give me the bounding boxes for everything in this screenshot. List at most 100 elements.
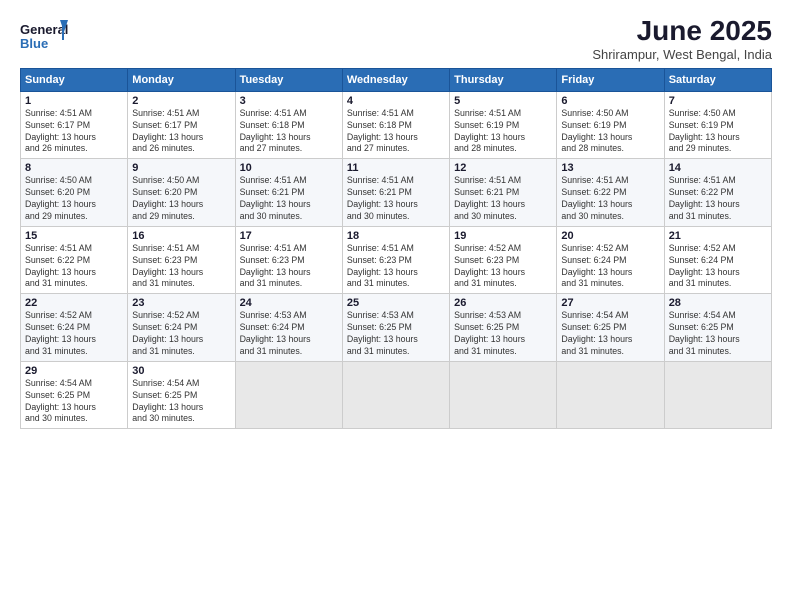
daylight-label: Daylight: 13 hours bbox=[454, 334, 525, 344]
calendar-subtitle: Shrirampur, West Bengal, India bbox=[592, 47, 772, 62]
sunrise-label: Sunrise: 4:53 AM bbox=[454, 310, 521, 320]
daylight-minutes: and 27 minutes. bbox=[240, 143, 303, 153]
daylight-label: Daylight: 13 hours bbox=[561, 199, 632, 209]
logo-icon: General Blue bbox=[20, 16, 68, 56]
day-info: Sunrise: 4:51 AM Sunset: 6:21 PM Dayligh… bbox=[454, 175, 552, 223]
day-info: Sunrise: 4:54 AM Sunset: 6:25 PM Dayligh… bbox=[132, 378, 230, 426]
daylight-label: Daylight: 13 hours bbox=[240, 267, 311, 277]
day-info: Sunrise: 4:53 AM Sunset: 6:25 PM Dayligh… bbox=[454, 310, 552, 358]
daylight-minutes: and 31 minutes. bbox=[132, 278, 195, 288]
calendar-cell: 6 Sunrise: 4:50 AM Sunset: 6:19 PM Dayli… bbox=[557, 91, 664, 159]
sunrise-label: Sunrise: 4:51 AM bbox=[347, 243, 414, 253]
sunset-label: Sunset: 6:18 PM bbox=[240, 120, 305, 130]
calendar-cell: 30 Sunrise: 4:54 AM Sunset: 6:25 PM Dayl… bbox=[128, 361, 235, 429]
day-number: 29 bbox=[25, 365, 123, 377]
daylight-minutes: and 30 minutes. bbox=[347, 211, 410, 221]
day-info: Sunrise: 4:51 AM Sunset: 6:18 PM Dayligh… bbox=[347, 108, 445, 156]
daylight-minutes: and 31 minutes. bbox=[132, 346, 195, 356]
svg-text:Blue: Blue bbox=[20, 36, 48, 51]
calendar-cell: 23 Sunrise: 4:52 AM Sunset: 6:24 PM Dayl… bbox=[128, 294, 235, 362]
day-number: 3 bbox=[240, 95, 338, 107]
daylight-label: Daylight: 13 hours bbox=[132, 132, 203, 142]
day-info: Sunrise: 4:53 AM Sunset: 6:25 PM Dayligh… bbox=[347, 310, 445, 358]
daylight-minutes: and 30 minutes. bbox=[561, 211, 624, 221]
calendar-cell: 19 Sunrise: 4:52 AM Sunset: 6:23 PM Dayl… bbox=[450, 226, 557, 294]
daylight-label: Daylight: 13 hours bbox=[240, 199, 311, 209]
daylight-minutes: and 28 minutes. bbox=[454, 143, 517, 153]
daylight-label: Daylight: 13 hours bbox=[240, 334, 311, 344]
daylight-label: Daylight: 13 hours bbox=[669, 267, 740, 277]
col-wednesday: Wednesday bbox=[342, 68, 449, 91]
sunrise-label: Sunrise: 4:54 AM bbox=[25, 378, 92, 388]
sunrise-label: Sunrise: 4:51 AM bbox=[25, 243, 92, 253]
daylight-label: Daylight: 13 hours bbox=[454, 267, 525, 277]
day-number: 9 bbox=[132, 162, 230, 174]
day-number: 12 bbox=[454, 162, 552, 174]
sunrise-label: Sunrise: 4:51 AM bbox=[25, 108, 92, 118]
day-info: Sunrise: 4:51 AM Sunset: 6:23 PM Dayligh… bbox=[347, 243, 445, 291]
daylight-minutes: and 31 minutes. bbox=[669, 346, 732, 356]
sunset-label: Sunset: 6:21 PM bbox=[347, 187, 412, 197]
daylight-minutes: and 28 minutes. bbox=[561, 143, 624, 153]
title-block: June 2025 Shrirampur, West Bengal, India bbox=[592, 16, 772, 62]
day-number: 26 bbox=[454, 297, 552, 309]
sunrise-label: Sunrise: 4:51 AM bbox=[454, 108, 521, 118]
sunrise-label: Sunrise: 4:53 AM bbox=[240, 310, 307, 320]
day-info: Sunrise: 4:50 AM Sunset: 6:20 PM Dayligh… bbox=[25, 175, 123, 223]
sunset-label: Sunset: 6:22 PM bbox=[669, 187, 734, 197]
sunset-label: Sunset: 6:21 PM bbox=[454, 187, 519, 197]
sunrise-label: Sunrise: 4:51 AM bbox=[347, 108, 414, 118]
calendar-cell: 11 Sunrise: 4:51 AM Sunset: 6:21 PM Dayl… bbox=[342, 159, 449, 227]
daylight-label: Daylight: 13 hours bbox=[25, 402, 96, 412]
day-info: Sunrise: 4:52 AM Sunset: 6:24 PM Dayligh… bbox=[25, 310, 123, 358]
daylight-label: Daylight: 13 hours bbox=[132, 199, 203, 209]
sunrise-label: Sunrise: 4:50 AM bbox=[669, 108, 736, 118]
calendar-cell: 2 Sunrise: 4:51 AM Sunset: 6:17 PM Dayli… bbox=[128, 91, 235, 159]
day-number: 13 bbox=[561, 162, 659, 174]
day-number: 14 bbox=[669, 162, 767, 174]
day-number: 1 bbox=[25, 95, 123, 107]
calendar-cell: 13 Sunrise: 4:51 AM Sunset: 6:22 PM Dayl… bbox=[557, 159, 664, 227]
sunrise-label: Sunrise: 4:54 AM bbox=[669, 310, 736, 320]
calendar-cell: 25 Sunrise: 4:53 AM Sunset: 6:25 PM Dayl… bbox=[342, 294, 449, 362]
sunrise-label: Sunrise: 4:51 AM bbox=[240, 108, 307, 118]
daylight-label: Daylight: 13 hours bbox=[347, 199, 418, 209]
sunrise-label: Sunrise: 4:51 AM bbox=[669, 175, 736, 185]
sunset-label: Sunset: 6:24 PM bbox=[561, 255, 626, 265]
daylight-minutes: and 31 minutes. bbox=[25, 346, 88, 356]
day-number: 6 bbox=[561, 95, 659, 107]
sunrise-label: Sunrise: 4:51 AM bbox=[240, 243, 307, 253]
daylight-label: Daylight: 13 hours bbox=[347, 334, 418, 344]
sunset-label: Sunset: 6:25 PM bbox=[25, 390, 90, 400]
sunset-label: Sunset: 6:23 PM bbox=[132, 255, 197, 265]
header-row: Sunday Monday Tuesday Wednesday Thursday… bbox=[21, 68, 772, 91]
sunset-label: Sunset: 6:25 PM bbox=[347, 322, 412, 332]
daylight-minutes: and 31 minutes. bbox=[561, 346, 624, 356]
daylight-label: Daylight: 13 hours bbox=[25, 334, 96, 344]
sunrise-label: Sunrise: 4:50 AM bbox=[132, 175, 199, 185]
day-info: Sunrise: 4:52 AM Sunset: 6:24 PM Dayligh… bbox=[669, 243, 767, 291]
day-number: 25 bbox=[347, 297, 445, 309]
calendar-cell: 8 Sunrise: 4:50 AM Sunset: 6:20 PM Dayli… bbox=[21, 159, 128, 227]
day-info: Sunrise: 4:51 AM Sunset: 6:21 PM Dayligh… bbox=[347, 175, 445, 223]
day-info: Sunrise: 4:51 AM Sunset: 6:18 PM Dayligh… bbox=[240, 108, 338, 156]
sunset-label: Sunset: 6:20 PM bbox=[132, 187, 197, 197]
day-number: 27 bbox=[561, 297, 659, 309]
sunset-label: Sunset: 6:24 PM bbox=[132, 322, 197, 332]
day-info: Sunrise: 4:52 AM Sunset: 6:24 PM Dayligh… bbox=[132, 310, 230, 358]
calendar-cell: 1 Sunrise: 4:51 AM Sunset: 6:17 PM Dayli… bbox=[21, 91, 128, 159]
day-info: Sunrise: 4:51 AM Sunset: 6:22 PM Dayligh… bbox=[561, 175, 659, 223]
daylight-label: Daylight: 13 hours bbox=[561, 267, 632, 277]
sunset-label: Sunset: 6:17 PM bbox=[132, 120, 197, 130]
sunset-label: Sunset: 6:20 PM bbox=[25, 187, 90, 197]
daylight-label: Daylight: 13 hours bbox=[25, 267, 96, 277]
calendar-week-1: 1 Sunrise: 4:51 AM Sunset: 6:17 PM Dayli… bbox=[21, 91, 772, 159]
sunset-label: Sunset: 6:22 PM bbox=[561, 187, 626, 197]
daylight-minutes: and 26 minutes. bbox=[132, 143, 195, 153]
day-info: Sunrise: 4:54 AM Sunset: 6:25 PM Dayligh… bbox=[561, 310, 659, 358]
sunset-label: Sunset: 6:18 PM bbox=[347, 120, 412, 130]
calendar-title: June 2025 bbox=[592, 16, 772, 47]
sunrise-label: Sunrise: 4:50 AM bbox=[561, 108, 628, 118]
daylight-minutes: and 31 minutes. bbox=[669, 211, 732, 221]
header: General Blue June 2025 Shrirampur, West … bbox=[20, 16, 772, 62]
